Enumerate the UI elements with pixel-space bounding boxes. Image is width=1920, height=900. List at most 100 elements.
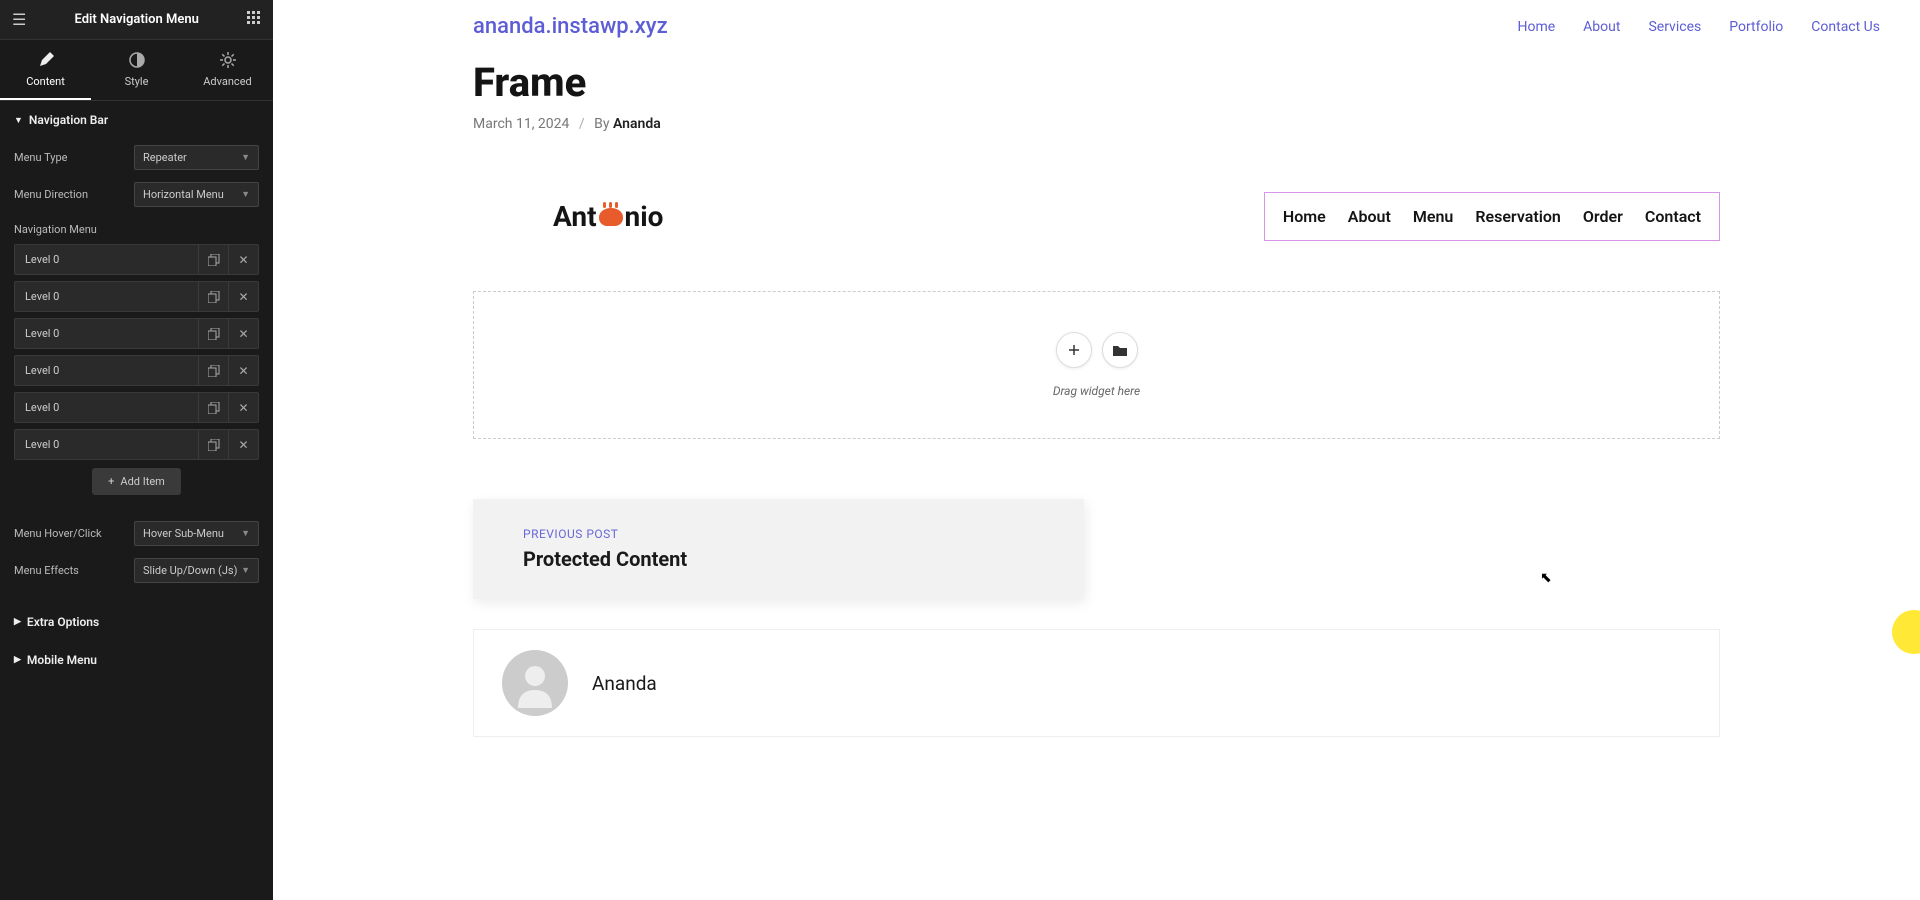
top-nav-link[interactable]: Portfolio [1729, 19, 1783, 35]
remove-button[interactable]: ✕ [228, 356, 258, 385]
duplicate-button[interactable] [198, 393, 228, 422]
header-nav-link[interactable]: Menu [1413, 207, 1453, 226]
repeater-item[interactable]: Level 0 ✕ [14, 281, 259, 312]
tab-content[interactable]: Content [0, 40, 91, 100]
author-name[interactable]: Ananda [592, 672, 657, 695]
author-box: Ananda [473, 629, 1720, 737]
section-extra-options[interactable]: ▶ Extra Options [0, 603, 273, 641]
repeater-item-title[interactable]: Level 0 [15, 393, 198, 422]
chevron-down-icon: ▼ [241, 565, 250, 576]
template-library-button[interactable] [1102, 332, 1138, 368]
caret-right-icon: ▶ [14, 617, 21, 627]
tab-advanced[interactable]: Advanced [182, 40, 273, 100]
preview-canvas: ananda.instawp.xyz Home About Services Port… [273, 0, 1920, 900]
effects-label: Menu Effects [14, 564, 79, 577]
remove-button[interactable]: ✕ [228, 245, 258, 274]
repeater-item[interactable]: Level 0 ✕ [14, 318, 259, 349]
menu-type-label: Menu Type [14, 151, 67, 164]
repeater-item-title[interactable]: Level 0 [15, 319, 198, 348]
duplicate-button[interactable] [198, 430, 228, 459]
header-nav-link[interactable]: About [1348, 207, 1391, 226]
panel-tabs: Content Style Advanced [0, 40, 273, 101]
chevron-down-icon: ▼ [241, 528, 250, 539]
copy-icon [208, 328, 220, 340]
editor-sidebar: ☰ Edit Navigation Menu Content Style Adv… [0, 0, 273, 900]
close-icon: ✕ [238, 327, 248, 341]
tab-style[interactable]: Style [91, 40, 182, 100]
folder-icon [1113, 344, 1127, 356]
repeater-item[interactable]: Level 0 ✕ [14, 355, 259, 386]
add-item-button[interactable]: + Add Item [92, 468, 181, 495]
caret-right-icon: ▶ [14, 655, 21, 665]
add-widget-button[interactable] [1056, 332, 1092, 368]
logo[interactable]: Ant nio [553, 200, 663, 233]
plus-icon [1067, 343, 1081, 357]
repeater-item[interactable]: Level 0 ✕ [14, 392, 259, 423]
repeater-item-title[interactable]: Level 0 [15, 430, 198, 459]
previous-post-link[interactable]: PREVIOUS POST Protected Content [473, 499, 1084, 599]
close-icon: ✕ [238, 401, 248, 415]
section-mobile-menu[interactable]: ▶ Mobile Menu [0, 641, 273, 679]
copy-icon [208, 402, 220, 414]
logo-bowl-icon [599, 208, 623, 226]
copy-icon [208, 254, 220, 266]
close-icon: ✕ [238, 438, 248, 452]
copy-icon [208, 291, 220, 303]
header-nav-link[interactable]: Home [1283, 207, 1326, 226]
dropzone-hint: Drag widget here [514, 384, 1679, 398]
post-author-link[interactable]: Ananda [613, 116, 661, 132]
repeater-item[interactable]: Level 0 ✕ [14, 244, 259, 275]
navigation-menu-label: Navigation Menu [14, 219, 259, 244]
site-top-nav: ananda.instawp.xyz Home About Services Port… [273, 0, 1920, 49]
chevron-down-icon: ▼ [241, 189, 250, 200]
pencil-icon [38, 52, 54, 68]
hover-click-label: Menu Hover/Click [14, 527, 102, 540]
contrast-icon [129, 52, 145, 68]
top-nav-link[interactable]: Services [1648, 19, 1701, 35]
avatar [502, 650, 568, 716]
page-title: Frame [473, 59, 1720, 106]
duplicate-button[interactable] [198, 356, 228, 385]
repeater-item[interactable]: Level 0 ✕ [14, 429, 259, 460]
navigation-widget[interactable]: Ant nio Home About Menu Reservation Order Con… [473, 182, 1720, 271]
remove-button[interactable]: ✕ [228, 282, 258, 311]
top-nav-link[interactable]: Contact Us [1811, 19, 1880, 35]
menu-type-select[interactable]: Repeater ▼ [134, 145, 259, 170]
top-nav-link[interactable]: About [1583, 19, 1620, 35]
top-nav-links: Home About Services Portfolio Contact Us [1517, 19, 1880, 35]
hover-click-select[interactable]: Hover Sub-Menu ▼ [134, 521, 259, 546]
person-icon [510, 658, 560, 708]
repeater-item-title[interactable]: Level 0 [15, 356, 198, 385]
top-nav-link[interactable]: Home [1517, 19, 1555, 35]
sidebar-header: ☰ Edit Navigation Menu [0, 0, 273, 40]
caret-down-icon: ▼ [14, 115, 23, 126]
post-meta: March 11, 2024 / By Ananda [473, 116, 1720, 132]
menu-direction-select[interactable]: Horizontal Menu ▼ [134, 182, 259, 207]
remove-button[interactable]: ✕ [228, 430, 258, 459]
hamburger-icon[interactable]: ☰ [12, 10, 26, 29]
header-nav-menu[interactable]: Home About Menu Reservation Order Contact [1264, 192, 1720, 241]
header-nav-link[interactable]: Contact [1645, 207, 1701, 226]
duplicate-button[interactable] [198, 319, 228, 348]
close-icon: ✕ [238, 364, 248, 378]
header-nav-link[interactable]: Reservation [1475, 207, 1561, 226]
apps-icon[interactable] [247, 10, 261, 29]
repeater-item-title[interactable]: Level 0 [15, 245, 198, 274]
site-name-link[interactable]: ananda.instawp.xyz [473, 14, 668, 39]
duplicate-button[interactable] [198, 245, 228, 274]
panel-title: Edit Navigation Menu [75, 12, 199, 27]
effects-select[interactable]: Slide Up/Down (Js) ▼ [134, 558, 259, 583]
menu-direction-label: Menu Direction [14, 188, 88, 201]
remove-button[interactable]: ✕ [228, 319, 258, 348]
repeater-item-title[interactable]: Level 0 [15, 282, 198, 311]
close-icon: ✕ [238, 290, 248, 304]
widget-dropzone[interactable]: Drag widget here [473, 291, 1720, 439]
section-navigation-bar[interactable]: ▼ Navigation Bar [0, 101, 273, 139]
duplicate-button[interactable] [198, 282, 228, 311]
panel-body: ▼ Navigation Bar Menu Type Repeater ▼ Me… [0, 101, 273, 900]
plus-icon: + [108, 475, 114, 488]
copy-icon [208, 365, 220, 377]
header-nav-link[interactable]: Order [1583, 207, 1623, 226]
chevron-down-icon: ▼ [241, 152, 250, 163]
remove-button[interactable]: ✕ [228, 393, 258, 422]
